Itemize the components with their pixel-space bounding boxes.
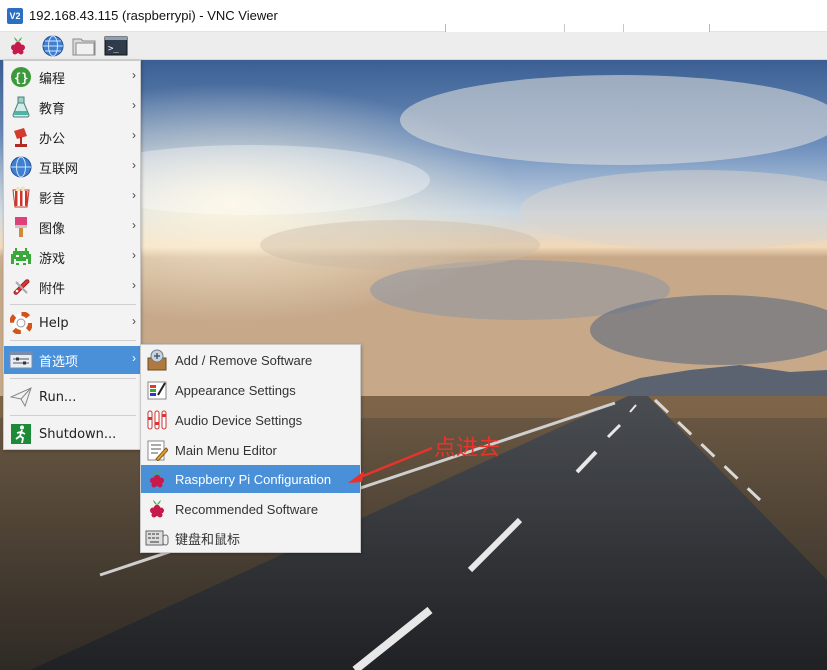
menu-item-label: 互联网 <box>39 161 79 177</box>
menu-item-office[interactable]: 办公 › <box>4 123 140 151</box>
terminal-icon[interactable]: >_ <box>104 34 128 58</box>
annotation-arrow-icon <box>348 446 433 483</box>
graphics-icon <box>8 214 34 240</box>
audio-settings-icon <box>145 408 169 432</box>
appearance-icon <box>145 378 169 402</box>
raspberry-menu-icon[interactable] <box>6 34 30 58</box>
annotation-text: 点进去 <box>434 436 501 461</box>
internet-icon <box>8 154 34 180</box>
main-menu: {} 编程 › 教育 › 办公 › 互联网 › 影音 › 图像 › 游戏 › 附… <box>3 60 141 450</box>
submenu-item-label: Audio Device Settings <box>175 412 303 428</box>
taskbar-panel: >_ <box>0 32 827 60</box>
menu-item-help[interactable]: Help › <box>4 309 140 337</box>
menu-item-label: 图像 <box>39 221 66 237</box>
menu-separator <box>10 340 136 341</box>
menu-separator <box>10 378 136 379</box>
menu-item-label: Shutdown... <box>39 426 117 442</box>
keyboard-mouse-icon <box>145 526 169 550</box>
chevron-right-icon: › <box>132 278 136 292</box>
chevron-right-icon: › <box>132 128 136 142</box>
menu-item-label: 游戏 <box>39 251 66 267</box>
raspberry-icon <box>145 497 169 521</box>
vnc-logo-icon: V2 <box>7 7 23 24</box>
raspberry-config-icon <box>145 467 169 491</box>
menu-item-preferences[interactable]: 首选项 › <box>4 346 140 374</box>
run-icon <box>8 384 34 410</box>
menu-item-games[interactable]: 游戏 › <box>4 243 140 271</box>
chevron-right-icon: › <box>132 188 136 202</box>
programming-icon: {} <box>8 64 34 90</box>
accessories-icon <box>8 274 34 300</box>
menu-item-internet[interactable]: 互联网 › <box>4 153 140 181</box>
chevron-right-icon: › <box>132 351 136 365</box>
menu-item-sound-video[interactable]: 影音 › <box>4 183 140 211</box>
submenu-item-appearance-settings[interactable]: Appearance Settings <box>141 376 360 404</box>
submenu-item-main-menu-editor[interactable]: Main Menu Editor <box>141 436 360 464</box>
menu-item-label: Run... <box>39 389 77 405</box>
menu-separator <box>10 304 136 305</box>
submenu-item-add-remove-software[interactable]: Add / Remove Software <box>141 346 360 374</box>
sound-video-icon <box>8 184 34 210</box>
menu-item-label: 教育 <box>39 101 66 117</box>
window-titlebar: V2 192.168.43.115 (raspberrypi) - VNC Vi… <box>0 0 827 34</box>
submenu-item-label: Main Menu Editor <box>175 442 277 458</box>
submenu-item-keyboard-mouse[interactable]: 键盘和鼠标 <box>141 524 360 552</box>
chevron-right-icon: › <box>132 158 136 172</box>
chevron-right-icon: › <box>132 218 136 232</box>
menu-item-graphics[interactable]: 图像 › <box>4 213 140 241</box>
chevron-right-icon: › <box>132 248 136 262</box>
preferences-submenu: Add / Remove Software Appearance Setting… <box>140 344 361 553</box>
submenu-item-label: Add / Remove Software <box>175 352 313 368</box>
svg-text:>_: >_ <box>108 44 119 54</box>
globe-icon[interactable] <box>41 34 65 58</box>
menu-item-education[interactable]: 教育 › <box>4 93 140 121</box>
menu-item-accessories[interactable]: 附件 › <box>4 273 140 301</box>
preferences-icon <box>8 347 34 373</box>
office-icon <box>8 124 34 150</box>
menu-separator <box>10 415 136 416</box>
window-title: 192.168.43.115 (raspberrypi) - VNC Viewe… <box>29 8 278 23</box>
folder-icon[interactable] <box>72 34 96 58</box>
submenu-item-label: Appearance Settings <box>175 382 296 398</box>
menu-item-label: 办公 <box>39 131 66 147</box>
submenu-item-label: 键盘和鼠标 <box>175 531 241 547</box>
menu-item-label: 首选项 <box>39 354 79 370</box>
chevron-right-icon: › <box>132 314 136 328</box>
menu-item-label: 附件 <box>39 281 66 297</box>
menu-editor-icon <box>145 438 169 462</box>
package-icon <box>145 348 169 372</box>
submenu-item-audio-device-settings[interactable]: Audio Device Settings <box>141 406 360 434</box>
chevron-right-icon: › <box>132 98 136 112</box>
education-icon <box>8 94 34 120</box>
menu-item-label: 编程 <box>39 71 66 87</box>
menu-item-run[interactable]: Run... <box>4 383 140 411</box>
help-icon <box>8 310 34 336</box>
submenu-item-raspberry-pi-configuration[interactable]: Raspberry Pi Configuration <box>141 465 360 493</box>
svg-text:{}: {} <box>14 71 28 85</box>
submenu-item-recommended-software[interactable]: Recommended Software <box>141 495 360 523</box>
menu-item-programming[interactable]: {} 编程 › <box>4 63 140 91</box>
games-icon <box>8 244 34 270</box>
menu-item-label: 影音 <box>39 191 66 207</box>
menu-item-label: Help <box>39 315 69 331</box>
shutdown-icon <box>8 421 34 447</box>
submenu-item-label: Raspberry Pi Configuration <box>175 471 332 487</box>
submenu-item-label: Recommended Software <box>175 501 319 517</box>
menu-item-shutdown[interactable]: Shutdown... <box>4 420 140 448</box>
chevron-right-icon: › <box>132 68 136 82</box>
